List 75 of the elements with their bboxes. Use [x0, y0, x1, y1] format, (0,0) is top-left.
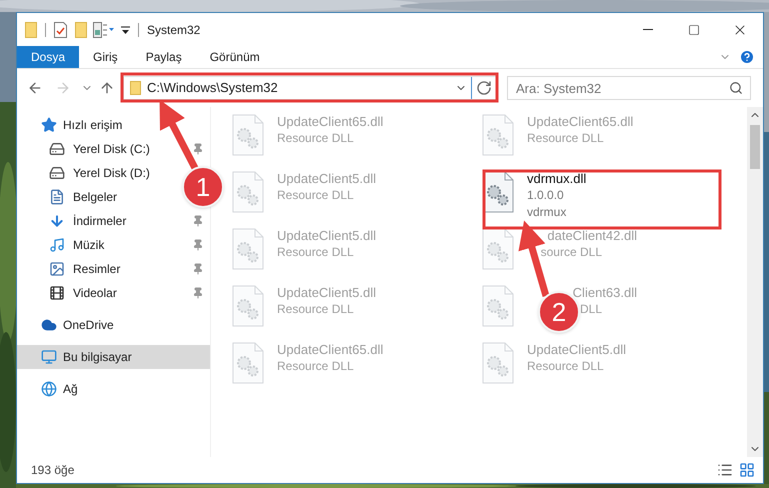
pin-icon[interactable]: [192, 287, 204, 299]
nav-item[interactable]: Bu bilgisayar: [17, 345, 210, 369]
help-icon[interactable]: [739, 49, 755, 65]
customize-toolbar-icon: [121, 24, 130, 34]
file-detail: Resource DLL: [277, 244, 354, 261]
ribbon-tab[interactable]: Dosya: [17, 46, 80, 68]
nav-label: Hızlı erişim: [63, 117, 122, 134]
file-detail: Resource DLL: [277, 301, 354, 318]
large-icons-view-icon[interactable]: [739, 462, 755, 478]
gear-file-icon: [231, 170, 265, 214]
nav-label: OneDrive: [63, 317, 114, 334]
nav-label: Bu bilgisayar: [63, 349, 132, 366]
maximize-icon: [688, 24, 700, 36]
drive-icon: [49, 141, 65, 157]
music-note-icon: [49, 237, 65, 253]
pin-icon[interactable]: [192, 215, 204, 227]
folder-icon: [130, 81, 141, 95]
gear-file-icon: [481, 284, 515, 328]
gear-file-icon: [231, 113, 265, 157]
address-path: C:\Windows\System32: [147, 79, 278, 98]
folder-icon: [25, 22, 37, 38]
gear-file-icon: [481, 113, 515, 157]
nav-label: Ağ: [63, 381, 78, 398]
drive-icon: [49, 165, 65, 181]
address-field[interactable]: C:\Windows\System32: [123, 76, 497, 100]
nav-label[interactable]: Belgeler: [73, 188, 118, 206]
document-icon: [49, 189, 65, 205]
nav-label[interactable]: Müzik: [73, 236, 104, 254]
ribbon-tab[interactable]: Görünüm: [196, 46, 274, 68]
file-detail: Resource DLL: [277, 187, 354, 204]
file-detail: Resource DLL: [527, 358, 604, 375]
pin-icon[interactable]: [192, 263, 204, 275]
nav-item[interactable]: Ağ: [17, 377, 210, 401]
new-folder-icon: [75, 22, 87, 38]
details-view-icon[interactable]: [717, 462, 733, 478]
file-detail: Resource DLL: [527, 130, 604, 147]
file-detail: source DLL: [540, 244, 602, 261]
nav-item[interactable]: Hızlı erişim: [17, 113, 210, 137]
gear-file-icon: [231, 341, 265, 385]
file-detail: vdrmux: [527, 204, 566, 221]
monitor-icon: [41, 349, 57, 365]
minimize-icon: [643, 29, 653, 30]
ribbon-tab[interactable]: Paylaş: [132, 46, 196, 68]
file-detail: Resource DLL: [277, 358, 354, 375]
refresh-icon[interactable]: [476, 80, 492, 96]
gear-file-icon: [481, 341, 515, 385]
window-title: System32: [147, 22, 200, 38]
file-detail: Resource DLL: [277, 130, 354, 147]
search-field[interactable]: Ara: System32: [507, 76, 751, 100]
file-detail: 1.0.0.0: [527, 187, 564, 204]
scrollbar[interactable]: [747, 107, 763, 457]
picture-icon: [49, 261, 65, 277]
file-detail: DLL: [580, 301, 602, 318]
cloud-icon: [41, 317, 57, 333]
search-icon: [729, 81, 743, 95]
nav-label[interactable]: Yerel Disk (D:): [73, 164, 150, 182]
item-count: 193 öğe: [31, 462, 74, 479]
gear-file-icon: [231, 284, 265, 328]
pin-icon[interactable]: [192, 239, 204, 251]
nav-item[interactable]: OneDrive: [17, 313, 210, 337]
nav-label[interactable]: İndirmeler: [73, 212, 126, 230]
globe-icon: [41, 381, 57, 397]
gear-file-icon: [481, 227, 515, 271]
file-name[interactable]: vdrmux.dll: [527, 170, 586, 187]
pin-icon[interactable]: [192, 143, 204, 155]
nav-label[interactable]: Yerel Disk (C:): [73, 140, 150, 158]
scroll-thumb[interactable]: [750, 125, 760, 169]
properties-icon: [54, 22, 67, 38]
film-icon: [49, 285, 65, 301]
star-icon: [41, 117, 57, 133]
nav-label[interactable]: Videolar: [73, 284, 117, 302]
nav-label[interactable]: Resimler: [73, 260, 120, 278]
view-layout-icon: [93, 22, 115, 38]
ribbon-tab[interactable]: Giriş: [79, 46, 132, 68]
gear-file-icon: [231, 227, 265, 271]
